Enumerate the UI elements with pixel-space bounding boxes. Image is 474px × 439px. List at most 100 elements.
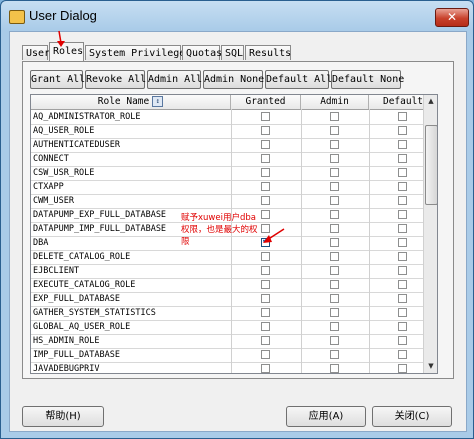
granted-checkbox[interactable] [261, 280, 270, 289]
granted-checkbox[interactable] [261, 224, 270, 233]
default-checkbox[interactable] [398, 322, 407, 331]
table-row[interactable]: EJBCLIENT [31, 264, 423, 279]
default-checkbox[interactable] [398, 112, 407, 121]
admin-checkbox[interactable] [330, 182, 339, 191]
apply-button[interactable]: 应用(A) [286, 406, 366, 427]
default-checkbox[interactable] [398, 224, 407, 233]
default-checkbox[interactable] [398, 168, 407, 177]
table-row[interactable]: CTXAPP [31, 180, 423, 195]
admin-checkbox[interactable] [330, 280, 339, 289]
default-checkbox[interactable] [398, 364, 407, 373]
admin-checkbox[interactable] [330, 308, 339, 317]
vertical-scrollbar[interactable]: ▲ ▼ [423, 95, 437, 373]
help-button[interactable]: 帮助(H) [22, 406, 104, 427]
default-checkbox[interactable] [398, 140, 407, 149]
table-row[interactable]: DELETE_CATALOG_ROLE [31, 250, 423, 265]
granted-checkbox[interactable] [261, 336, 270, 345]
column-header-admin[interactable]: Admin [301, 95, 369, 109]
admin-checkbox[interactable] [330, 350, 339, 359]
table-row[interactable]: IMP_FULL_DATABASE [31, 348, 423, 363]
granted-checkbox[interactable] [261, 154, 270, 163]
table-row[interactable]: GLOBAL_AQ_USER_ROLE [31, 320, 423, 335]
default-checkbox[interactable] [398, 280, 407, 289]
grant-all-button[interactable]: Grant All [30, 70, 85, 89]
admin-checkbox[interactable] [330, 266, 339, 275]
admin-checkbox[interactable] [330, 224, 339, 233]
admin-none-button[interactable]: Admin None [203, 70, 264, 89]
scroll-up-icon[interactable]: ▲ [425, 95, 437, 108]
granted-checkbox[interactable] [261, 196, 270, 205]
default-none-button[interactable]: Default None [331, 70, 404, 89]
granted-checkbox[interactable] [261, 210, 270, 219]
scrollbar-thumb[interactable] [425, 125, 437, 205]
granted-checkbox[interactable] [261, 266, 270, 275]
admin-checkbox[interactable] [330, 154, 339, 163]
granted-checkbox[interactable] [261, 140, 270, 149]
default-checkbox[interactable] [398, 252, 407, 261]
close-button[interactable]: 关闭(C) [372, 406, 452, 427]
table-row[interactable]: EXP_FULL_DATABASE [31, 292, 423, 307]
admin-checkbox[interactable] [330, 252, 339, 261]
granted-checkbox[interactable] [261, 294, 270, 303]
title-bar[interactable]: User Dialog ✕ [1, 1, 473, 31]
admin-checkbox[interactable] [330, 364, 339, 373]
admin-checkbox[interactable] [330, 210, 339, 219]
admin-checkbox[interactable] [330, 196, 339, 205]
scroll-down-icon[interactable]: ▼ [425, 360, 437, 373]
table-row[interactable]: CONNECT [31, 152, 423, 167]
granted-checkbox[interactable] [261, 322, 270, 331]
default-checkbox[interactable] [398, 196, 407, 205]
granted-checkbox[interactable] [261, 350, 270, 359]
admin-checkbox[interactable] [330, 168, 339, 177]
window-close-button[interactable]: ✕ [435, 8, 469, 27]
role-name-cell: DELETE_CATALOG_ROLE [33, 252, 131, 262]
admin-all-button[interactable]: Admin All [147, 70, 202, 89]
default-checkbox[interactable] [398, 238, 407, 247]
column-header-role-name[interactable]: Role Name ↕ [31, 95, 231, 109]
column-header-granted[interactable]: Granted [231, 95, 301, 109]
default-checkbox[interactable] [398, 154, 407, 163]
tab-user[interactable]: User [22, 45, 50, 60]
admin-checkbox[interactable] [330, 112, 339, 121]
default-checkbox[interactable] [398, 350, 407, 359]
default-checkbox[interactable] [398, 294, 407, 303]
granted-checkbox[interactable] [261, 364, 270, 373]
granted-checkbox[interactable] [261, 308, 270, 317]
granted-checkbox[interactable] [261, 168, 270, 177]
table-row[interactable]: AUTHENTICATEDUSER [31, 138, 423, 153]
admin-checkbox[interactable] [330, 140, 339, 149]
default-checkbox[interactable] [398, 266, 407, 275]
sort-icon[interactable]: ↕ [152, 96, 164, 107]
table-row[interactable]: AQ_USER_ROLE [31, 124, 423, 139]
column-divider [301, 109, 302, 373]
table-row[interactable]: HS_ADMIN_ROLE [31, 334, 423, 349]
tab-results[interactable]: Results [245, 45, 291, 60]
table-row[interactable]: GATHER_SYSTEM_STATISTICS [31, 306, 423, 321]
table-row[interactable]: JAVADEBUGPRIV [31, 362, 423, 373]
tab-roles[interactable]: Roles [49, 42, 84, 61]
tab-sql[interactable]: SQL [221, 45, 244, 60]
granted-checkbox[interactable] [261, 182, 270, 191]
default-checkbox[interactable] [398, 210, 407, 219]
granted-checkbox[interactable] [261, 112, 270, 121]
tab-quotas[interactable]: Quotas [182, 45, 222, 60]
default-checkbox[interactable] [398, 308, 407, 317]
admin-checkbox[interactable] [330, 336, 339, 345]
default-all-button[interactable]: Default All [265, 70, 332, 89]
table-row[interactable]: AQ_ADMINISTRATOR_ROLE [31, 110, 423, 125]
default-checkbox[interactable] [398, 182, 407, 191]
default-checkbox[interactable] [398, 336, 407, 345]
admin-checkbox[interactable] [330, 322, 339, 331]
revoke-all-button[interactable]: Revoke All [85, 70, 146, 89]
granted-checkbox[interactable]: ✔ [261, 236, 270, 247]
table-row[interactable]: CWM_USER [31, 194, 423, 209]
tab-system-privileges[interactable]: System Privileges [85, 45, 191, 60]
admin-checkbox[interactable] [330, 294, 339, 303]
admin-checkbox[interactable] [330, 238, 339, 247]
default-checkbox[interactable] [398, 126, 407, 135]
table-row[interactable]: CSW_USR_ROLE [31, 166, 423, 181]
granted-checkbox[interactable] [261, 252, 270, 261]
admin-checkbox[interactable] [330, 126, 339, 135]
table-row[interactable]: EXECUTE_CATALOG_ROLE [31, 278, 423, 293]
granted-checkbox[interactable] [261, 126, 270, 135]
